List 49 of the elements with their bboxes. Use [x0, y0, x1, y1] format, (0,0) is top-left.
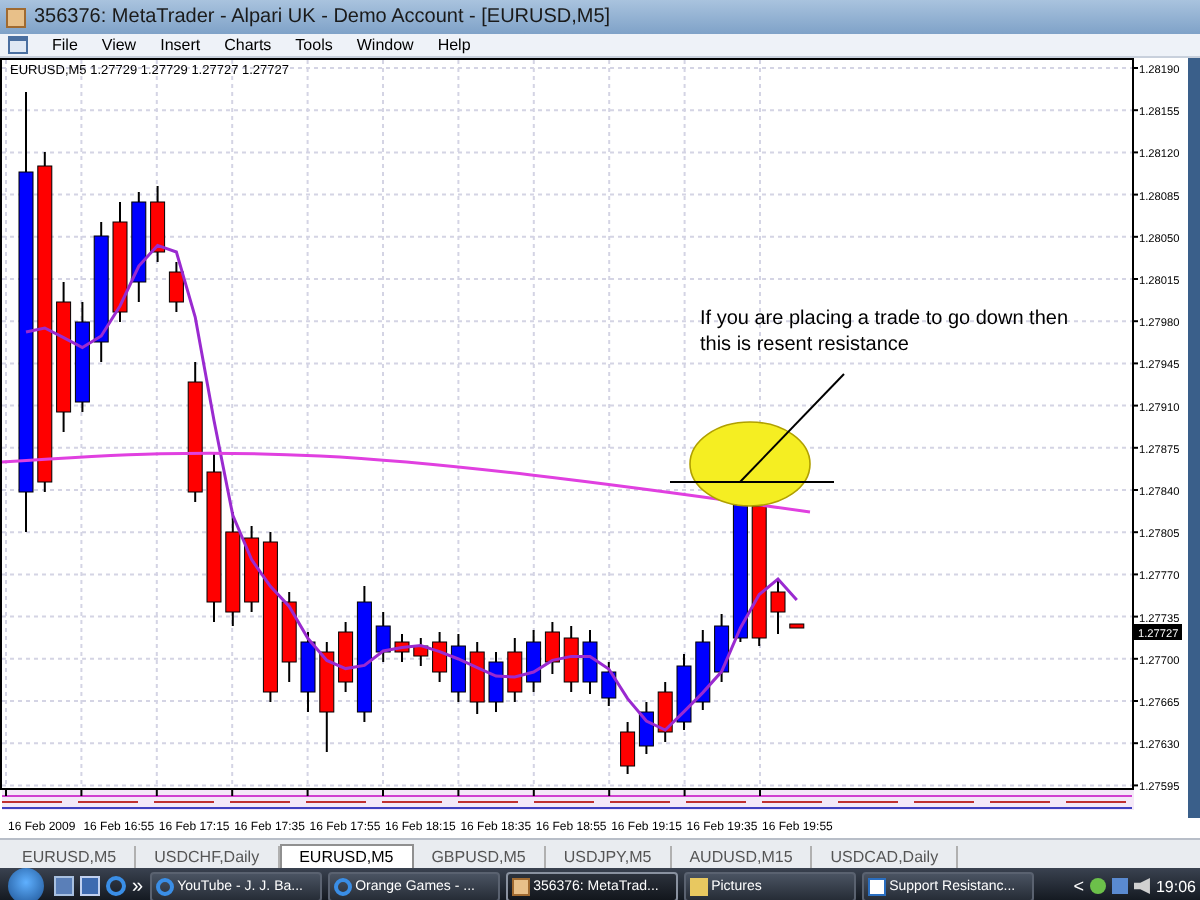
- candlestick: [789, 623, 805, 629]
- candlestick: [187, 361, 203, 503]
- candlestick: [375, 611, 391, 663]
- highlight-ellipse: [689, 421, 811, 507]
- menu-item[interactable]: File: [40, 36, 90, 54]
- candlestick: [394, 633, 410, 663]
- candlestick: [469, 641, 485, 715]
- folder-icon: [689, 877, 708, 895]
- candlestick: [281, 591, 297, 683]
- leader-line: [739, 373, 845, 483]
- messenger-icon[interactable]: [1089, 878, 1106, 894]
- candlestick: [319, 641, 335, 753]
- browser-icon[interactable]: [106, 876, 126, 896]
- chart-window-icon[interactable]: [8, 36, 28, 54]
- menu-item[interactable]: Tools: [283, 36, 345, 54]
- annotation-text: If you are placing a trade to go down then this is resent resistance: [700, 306, 1070, 358]
- start-button[interactable]: [8, 868, 44, 900]
- candlestick: [131, 191, 147, 303]
- tray-expand-arrow[interactable]: <: [1073, 876, 1084, 896]
- menu-item[interactable]: View: [89, 36, 149, 54]
- candlestick: [507, 637, 523, 703]
- document-icon: [867, 877, 886, 895]
- browser-icon: [155, 877, 174, 895]
- candlestick: [676, 653, 692, 731]
- candlestick: [657, 681, 673, 743]
- app-icon: [6, 7, 26, 27]
- menu-item[interactable]: Charts: [212, 36, 284, 54]
- volume-icon[interactable]: [1133, 878, 1150, 894]
- candlestick: [300, 631, 316, 713]
- menu-item[interactable]: Window: [344, 36, 426, 54]
- chart-tab[interactable]: EURUSD,M5: [279, 844, 414, 868]
- candlestick: [695, 629, 711, 711]
- candlestick: [413, 637, 429, 667]
- candlestick: [112, 201, 128, 323]
- app-icon: [511, 877, 530, 895]
- browser-icon: [333, 877, 352, 895]
- candlestick: [93, 221, 109, 363]
- menu-item[interactable]: Insert: [148, 36, 213, 54]
- candlestick: [563, 625, 579, 693]
- window-title: 356376: MetaTrader - Alpari UK - Demo Account - [EURUSD,M5]: [34, 6, 611, 28]
- network-icon[interactable]: [1111, 878, 1128, 894]
- clock: 19:06: [1155, 877, 1196, 895]
- overflow-chevron[interactable]: »: [132, 875, 144, 897]
- window-switch-icon[interactable]: [80, 876, 100, 896]
- candlestick: [582, 629, 598, 695]
- candlestick: [488, 651, 504, 713]
- candlestick: [770, 577, 786, 635]
- candlestick: [601, 661, 617, 707]
- menu-item[interactable]: Help: [425, 36, 483, 54]
